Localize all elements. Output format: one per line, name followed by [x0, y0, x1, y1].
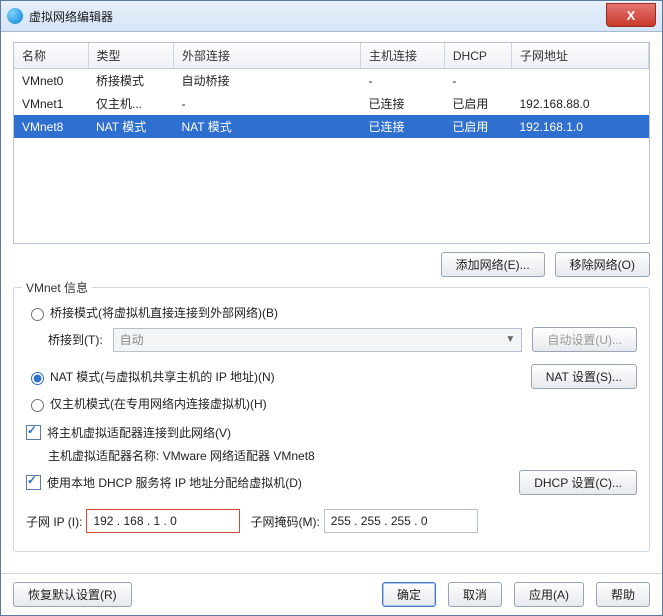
subnet-ip-field[interactable]: 192 . 168 . 1 . 0 — [86, 509, 240, 533]
radio-nat[interactable] — [31, 372, 44, 385]
body: 名称 类型 外部连接 主机连接 DHCP 子网地址 VMnet0桥接模式自动桥接… — [1, 32, 662, 573]
add-network-button[interactable]: 添加网络(E)... — [441, 252, 545, 277]
bridge-to-label: 桥接到(T): — [48, 331, 103, 348]
ok-button[interactable]: 确定 — [382, 582, 436, 607]
bottom-bar: 恢复默认设置(R) 确定 取消 应用(A) 帮助 — [1, 573, 662, 615]
table-row-selected[interactable]: VMnet8NAT 模式NAT 模式已连接已启用192.168.1.0 — [14, 115, 649, 138]
help-button[interactable]: 帮助 — [596, 582, 650, 607]
table-row[interactable]: VMnet0桥接模式自动桥接-- — [14, 69, 649, 93]
col-host[interactable]: 主机连接 — [360, 43, 444, 69]
network-table[interactable]: 名称 类型 外部连接 主机连接 DHCP 子网地址 VMnet0桥接模式自动桥接… — [13, 42, 650, 244]
cancel-button[interactable]: 取消 — [448, 582, 502, 607]
radio-nat-label: NAT 模式(与虚拟机共享主机的 IP 地址)(N) — [50, 368, 275, 385]
window-title: 虚拟网络编辑器 — [29, 8, 113, 25]
close-icon: X — [627, 8, 636, 23]
col-ext[interactable]: 外部连接 — [173, 43, 360, 69]
close-button[interactable]: X — [606, 3, 656, 27]
apply-button[interactable]: 应用(A) — [514, 582, 584, 607]
dhcp-settings-button[interactable]: DHCP 设置(C)... — [519, 470, 637, 495]
vmnet-info-group: VMnet 信息 桥接模式(将虚拟机直接连接到外部网络)(B) 桥接到(T): … — [13, 287, 650, 552]
restore-defaults-button[interactable]: 恢复默认设置(R) — [13, 582, 132, 607]
titlebar: 虚拟网络编辑器 X — [1, 1, 662, 32]
check-connect-adapter-label: 将主机虚拟适配器连接到此网络(V) — [47, 424, 231, 441]
check-use-dhcp[interactable] — [26, 475, 41, 490]
subnet-mask-field[interactable]: 255 . 255 . 255 . 0 — [324, 509, 478, 533]
col-subnet[interactable]: 子网地址 — [512, 43, 649, 69]
window: 虚拟网络编辑器 X 名称 类型 外部连接 主机连接 DHCP 子网地址 VMne… — [0, 0, 663, 616]
bridge-combo-value: 自动 — [120, 331, 144, 348]
col-name[interactable]: 名称 — [14, 43, 88, 69]
radio-hostonly[interactable] — [31, 399, 44, 412]
table-row[interactable]: VMnet1仅主机...-已连接已启用192.168.88.0 — [14, 92, 649, 115]
adapter-name-label: 主机虚拟适配器名称: VMware 网络适配器 VMnet8 — [48, 447, 315, 464]
chevron-down-icon: ▼ — [505, 334, 515, 345]
col-dhcp[interactable]: DHCP — [444, 43, 511, 69]
bridge-to-combo[interactable]: 自动 ▼ — [113, 328, 523, 352]
subnet-ip-label: 子网 IP (I): — [26, 513, 82, 530]
radio-bridge-label: 桥接模式(将虚拟机直接连接到外部网络)(B) — [50, 304, 278, 321]
nat-settings-button[interactable]: NAT 设置(S)... — [531, 364, 637, 389]
check-connect-adapter[interactable] — [26, 425, 41, 440]
check-use-dhcp-label: 使用本地 DHCP 服务将 IP 地址分配给虚拟机(D) — [47, 474, 302, 491]
auto-set-button[interactable]: 自动设置(U)... — [532, 327, 637, 352]
radio-bridge[interactable] — [31, 308, 44, 321]
group-title: VMnet 信息 — [22, 279, 92, 296]
subnet-mask-label: 子网掩码(M): — [250, 513, 319, 530]
remove-network-button[interactable]: 移除网络(O) — [555, 252, 650, 277]
col-type[interactable]: 类型 — [88, 43, 173, 69]
radio-hostonly-label: 仅主机模式(在专用网络内连接虚拟机)(H) — [50, 395, 267, 412]
app-icon — [7, 8, 23, 24]
